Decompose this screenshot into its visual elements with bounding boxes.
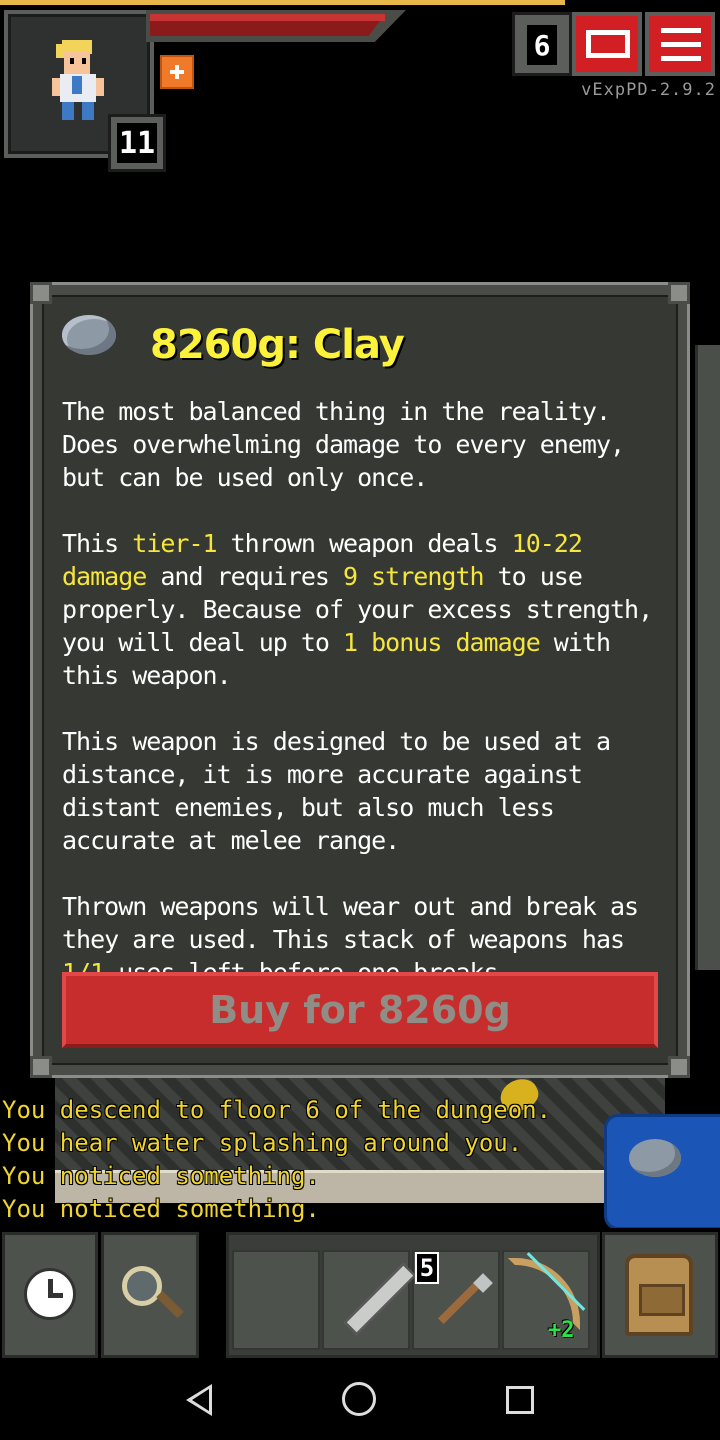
quickslot-empty[interactable] xyxy=(232,1250,320,1350)
menu-icon xyxy=(661,28,701,33)
menu-icon-line xyxy=(661,56,701,61)
buy-button[interactable]: Buy for 8260g xyxy=(62,972,658,1048)
menu-icon-line xyxy=(661,42,701,47)
stats-strength: 9 strength xyxy=(343,562,485,591)
game-log: You descend to floor 6 of the dungeon. Y… xyxy=(2,1094,551,1226)
home-icon[interactable] xyxy=(342,1382,376,1416)
back-icon-inner xyxy=(192,1389,209,1411)
stats-text: This xyxy=(62,529,133,558)
stats-tier: tier-1 xyxy=(132,529,217,558)
log-line: You hear water splashing around you. xyxy=(2,1129,523,1157)
item-title: 8260g: Clay xyxy=(150,322,405,368)
version-label: vExpPD-2.9.2 xyxy=(581,80,716,100)
journal-button[interactable] xyxy=(572,12,642,76)
item-distance-info: This weapon is designed to be used at a … xyxy=(62,727,611,855)
depth-indicator: 6 xyxy=(512,12,572,76)
menu-button[interactable] xyxy=(645,12,715,76)
clay-stone-icon xyxy=(629,1139,681,1177)
hero-level-badge: 11 xyxy=(108,114,166,172)
recents-icon[interactable] xyxy=(506,1386,534,1414)
item-description: The most balanced thing in the reality. … xyxy=(62,395,662,1022)
journal-icon xyxy=(586,30,630,58)
item-stats: This tier-1 thrown weapon deals 10-22 da… xyxy=(62,527,662,692)
hero-level: 11 xyxy=(117,123,157,163)
item-lore: The most balanced thing in the reality. … xyxy=(62,397,625,492)
window-corner xyxy=(668,282,690,304)
window-corner xyxy=(30,1056,52,1078)
window-corner xyxy=(30,282,52,304)
depth-number: 6 xyxy=(527,25,557,65)
quick-throw-button[interactable] xyxy=(604,1114,720,1230)
dart-quantity: 5 xyxy=(415,1252,439,1284)
stats-bonus: 1 bonus damage xyxy=(343,628,541,657)
clock-icon xyxy=(24,1268,76,1320)
clay-stone-icon xyxy=(62,315,116,355)
backpack-icon xyxy=(625,1254,693,1336)
hp-bar-highlight xyxy=(150,14,385,21)
log-line: You noticed something. xyxy=(2,1195,320,1223)
log-line: You descend to floor 6 of the dungeon. xyxy=(2,1096,552,1124)
log-line: You noticed something. xyxy=(2,1162,320,1190)
xp-bar xyxy=(0,0,565,5)
hero-sprite-icon xyxy=(52,40,104,120)
bow-upgrade-level: +2 xyxy=(548,1318,575,1343)
buff-icon[interactable] xyxy=(160,55,194,89)
stats-text: and requires xyxy=(146,562,344,591)
stats-text: thrown weapon deals xyxy=(216,529,512,558)
dungeon-wall xyxy=(695,345,720,970)
durability-text: Thrown weapons will wear out and break a… xyxy=(62,892,639,954)
window-corner xyxy=(668,1056,690,1078)
search-icon xyxy=(122,1266,162,1306)
